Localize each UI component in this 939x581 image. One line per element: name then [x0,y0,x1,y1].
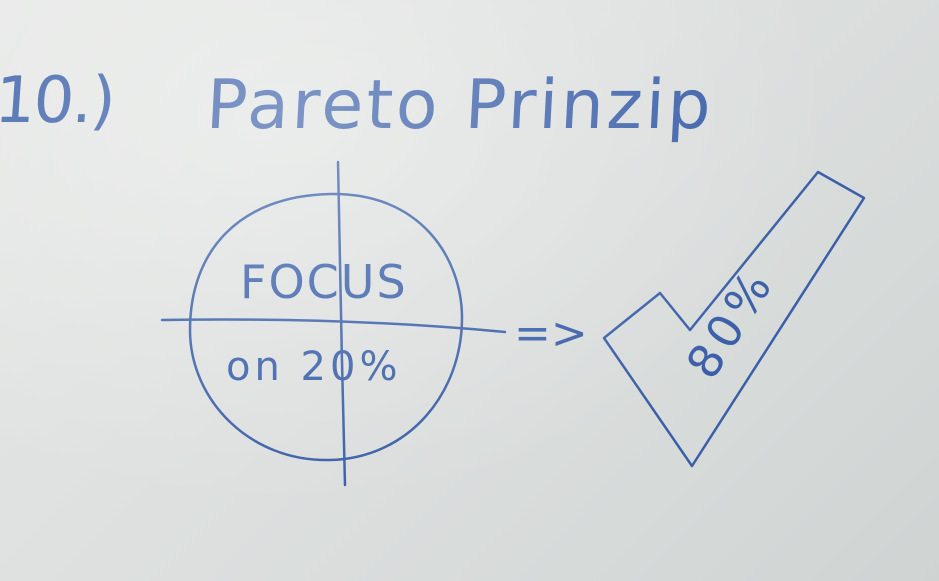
circle-outline [188,192,464,462]
circle-bottom-text: on 20% [226,344,401,390]
arrow-text: => [514,308,588,359]
vertical-axis [336,160,347,487]
implies-arrow-icon: => [514,308,588,359]
title: 10.) Pareto Prinzip [0,64,716,145]
check-text: 80% [676,257,786,388]
checkmark-icon: 80% [602,170,866,468]
crosshair-circle-icon: FOCUS on 20% [160,160,507,487]
whiteboard: 10.) Pareto Prinzip FOCUS on 20% => 80% [0,0,939,581]
title-text: Pareto Prinzip [204,66,715,145]
whiteboard-drawing: 10.) Pareto Prinzip FOCUS on 20% => 80% [0,64,866,487]
horizontal-axis [160,318,507,334]
circle-top-text: FOCUS [240,255,408,309]
title-number: 10.) [0,64,116,138]
